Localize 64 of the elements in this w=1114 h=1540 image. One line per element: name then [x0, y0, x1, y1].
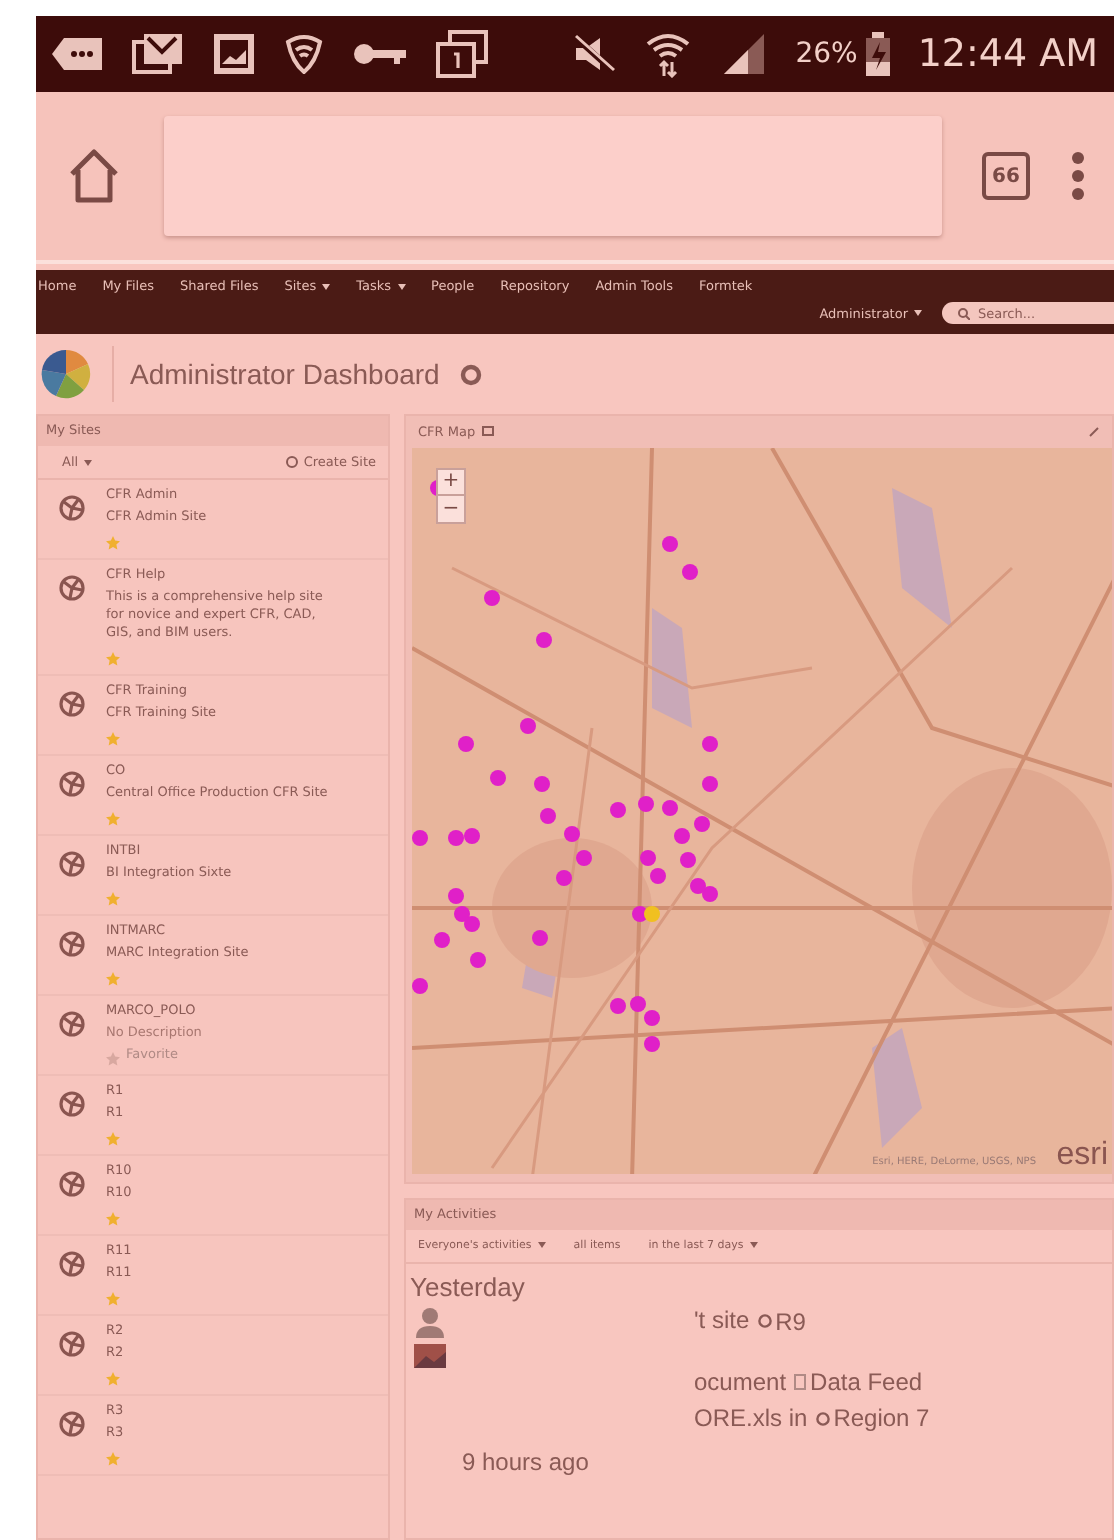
- favorite-star-icon[interactable]: [106, 1292, 120, 1306]
- favorite-star-icon[interactable]: [106, 892, 120, 906]
- site-icon: [58, 1250, 86, 1278]
- activity-text: ocument: [694, 1367, 787, 1395]
- site-icon: [285, 456, 298, 468]
- document-link[interactable]: Data Feed: [794, 1367, 923, 1395]
- mute-icon: [571, 34, 616, 74]
- favorite-star-icon[interactable]: [106, 812, 120, 826]
- dashboard-title: Administrator Dashboard: [112, 346, 440, 402]
- search-icon: [958, 307, 970, 319]
- site-link[interactable]: Region 7: [815, 1404, 930, 1432]
- caret-icon: [84, 459, 93, 466]
- site-icon: [58, 770, 86, 798]
- site-link[interactable]: R9: [757, 1307, 806, 1335]
- battery-percent: 26%: [795, 38, 858, 70]
- site-icon: [58, 850, 86, 878]
- favorite-star-icon[interactable]: [106, 536, 120, 550]
- favorite-star-icon[interactable]: [106, 652, 120, 666]
- chat-bubble-icon: [52, 36, 104, 72]
- date-heading: Yesterday: [408, 1270, 527, 1302]
- zoom-in-button[interactable]: +: [438, 470, 464, 496]
- clock-time: 12:44 AM: [917, 32, 1098, 76]
- favorite-star-icon[interactable]: [106, 732, 120, 746]
- tab-count-button[interactable]: 66: [982, 152, 1030, 200]
- wifi-icon: [643, 30, 692, 78]
- app-logo[interactable]: [40, 348, 92, 400]
- address-bar[interactable]: [164, 116, 942, 236]
- edit-icon[interactable]: [1088, 426, 1100, 438]
- signal-icon: [719, 32, 768, 76]
- site-icon: [58, 1330, 86, 1358]
- site-icon: [58, 494, 86, 522]
- menu-icon[interactable]: [1070, 150, 1086, 202]
- activity-text: 't site: [694, 1306, 750, 1334]
- key-icon: [352, 40, 408, 68]
- favorite-star-icon[interactable]: [106, 972, 120, 986]
- favorite-star-icon[interactable]: [106, 1372, 120, 1386]
- thumbnail-icon: [414, 1343, 446, 1367]
- zoom-out-button[interactable]: −: [438, 496, 464, 522]
- favorite-star-icon[interactable]: [106, 1452, 120, 1466]
- site-icon: [815, 1411, 830, 1425]
- battery-icon: [865, 32, 890, 76]
- favorite-star-icon[interactable]: [106, 1212, 120, 1226]
- site-icon: [58, 930, 86, 958]
- activity-time: 9 hours ago: [462, 1448, 591, 1476]
- document-icon: [794, 1373, 807, 1389]
- site-icon: [757, 1314, 772, 1328]
- site-icon: [58, 1010, 86, 1038]
- site-icon: [58, 1090, 86, 1118]
- caret-icon: [914, 310, 922, 317]
- favorite-star-icon[interactable]: [106, 1132, 120, 1146]
- favorite-star-icon[interactable]: [106, 1052, 120, 1066]
- user-avatar-icon: [414, 1306, 446, 1338]
- site-icon: [58, 690, 86, 718]
- windows-icon: [436, 30, 488, 78]
- mail-icon: [132, 32, 184, 76]
- site-icon: [58, 1410, 86, 1438]
- shield-wifi-icon: [284, 34, 324, 74]
- expand-icon[interactable]: [481, 426, 496, 438]
- settings-icon[interactable]: [459, 363, 482, 385]
- site-icon: [58, 1170, 86, 1198]
- site-icon: [58, 574, 86, 602]
- activity-text: ORE.xls in: [694, 1403, 808, 1431]
- map-logo: esri: [1056, 1138, 1108, 1174]
- image-icon: [212, 32, 256, 76]
